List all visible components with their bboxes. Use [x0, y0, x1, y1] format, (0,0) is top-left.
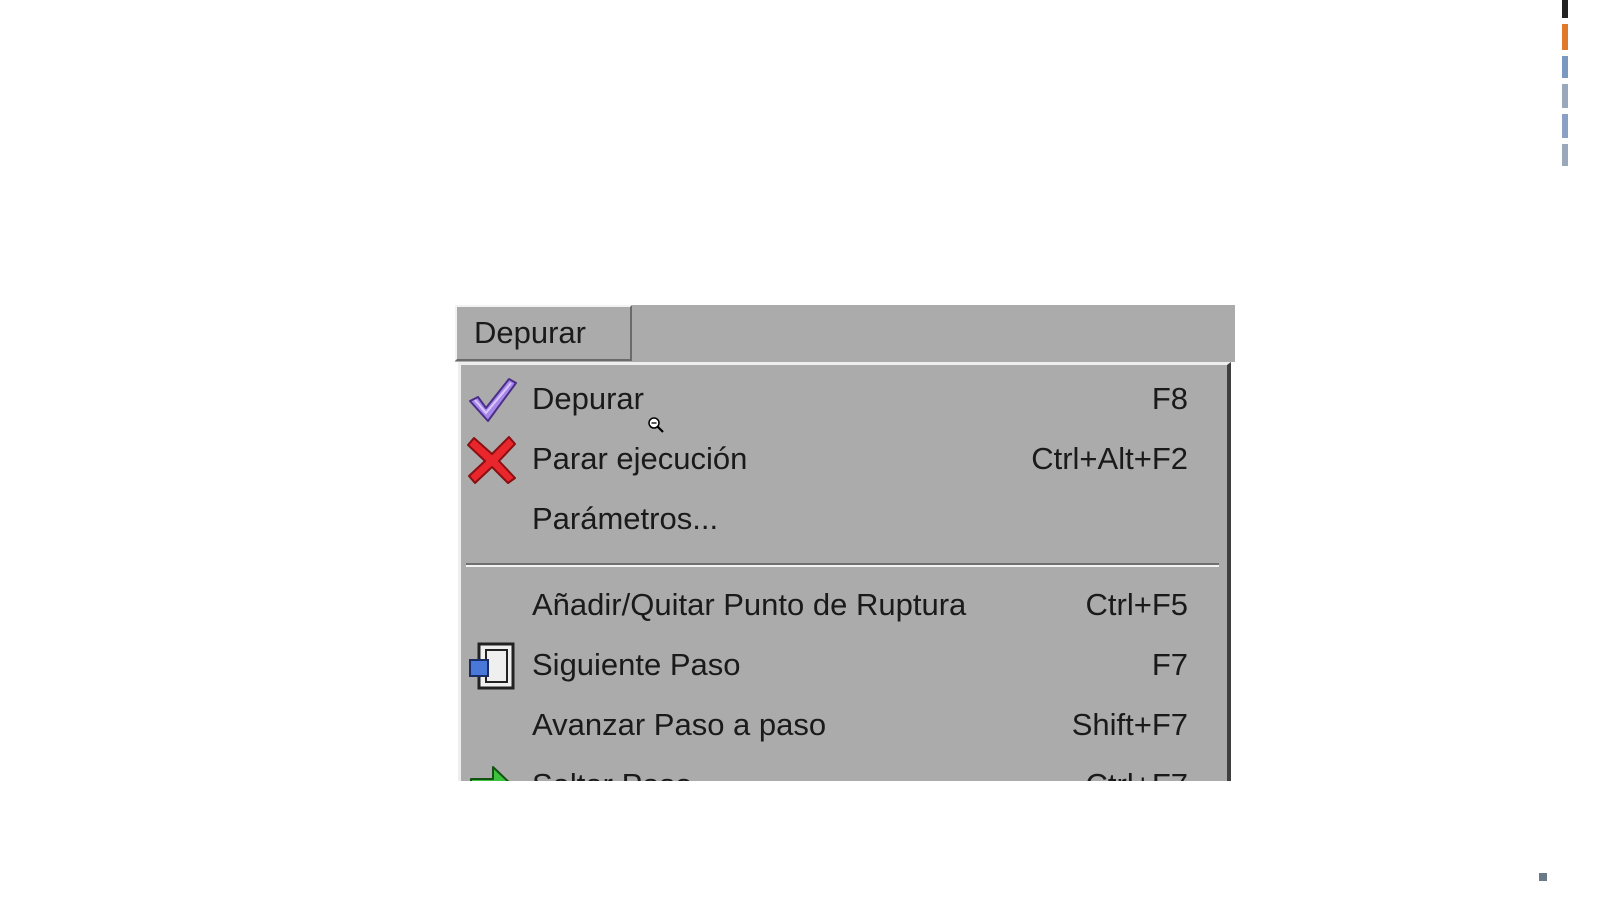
- menu-item-saltar-paso[interactable]: Saltar Paso Ctrl+F7: [461, 755, 1227, 781]
- checkmark-icon: [469, 378, 517, 422]
- menu-item-label: Parámetros...: [532, 501, 719, 536]
- menu-bar: Depurar: [455, 305, 1235, 362]
- step-next-icon: [469, 642, 515, 690]
- menu-item-shortcut: Ctrl+F5: [1085, 587, 1189, 622]
- edge-color-mark: [1562, 24, 1568, 50]
- edge-border-mark: [1562, 0, 1568, 18]
- menu-item-shortcut: Ctrl+Alt+F2: [1031, 441, 1188, 476]
- menu-item-depurar[interactable]: Depurar F8: [461, 369, 1227, 429]
- green-arrow-icon: [470, 766, 510, 781]
- menu-item-anadir-quitar-punto-de-ruptura[interactable]: Añadir/Quitar Punto de Ruptura Ctrl+F5: [461, 575, 1227, 635]
- menu-item-label: Avanzar Paso a paso: [532, 707, 827, 742]
- dropdown-clip: Depurar F8 Parar ejecución Ctrl+Alt+F2 P…: [455, 360, 1240, 781]
- edge-color-mark: [1562, 114, 1568, 138]
- menu-item-label: Depurar: [532, 381, 644, 416]
- menu-item-shortcut: F8: [1151, 381, 1188, 416]
- edge-color-mark: [1562, 144, 1568, 166]
- menu-item-siguiente-paso[interactable]: Siguiente Paso F7: [461, 635, 1227, 695]
- menu-item-label: Añadir/Quitar Punto de Ruptura: [532, 587, 967, 622]
- menubar-item-depurar[interactable]: Depurar: [455, 305, 632, 361]
- edge-color-mark: [1562, 56, 1568, 78]
- menu-item-shortcut: Shift+F7: [1071, 707, 1188, 742]
- edge-color-mark: [1562, 84, 1568, 108]
- menu-item-shortcut: Ctrl+F7: [1086, 767, 1189, 781]
- red-x-icon: [467, 436, 516, 484]
- depurar-dropdown-menu: Depurar F8 Parar ejecución Ctrl+Alt+F2 P…: [458, 362, 1231, 781]
- zoom-cursor-icon: [648, 417, 664, 433]
- menu-item-avanzar-paso-a-paso[interactable]: Avanzar Paso a paso Shift+F7: [461, 695, 1227, 755]
- menu-item-parametros[interactable]: Parámetros...: [461, 489, 1227, 549]
- menu-item-label: Parar ejecución: [532, 441, 748, 476]
- menu-separator: [466, 563, 1219, 567]
- corner-mark: [1539, 873, 1547, 881]
- menu-item-label: Saltar Paso: [532, 767, 692, 781]
- menu-item-label: Siguiente Paso: [532, 647, 741, 682]
- menu-item-shortcut: F7: [1151, 647, 1188, 682]
- menu-item-parar-ejecucion[interactable]: Parar ejecución Ctrl+Alt+F2: [461, 429, 1227, 489]
